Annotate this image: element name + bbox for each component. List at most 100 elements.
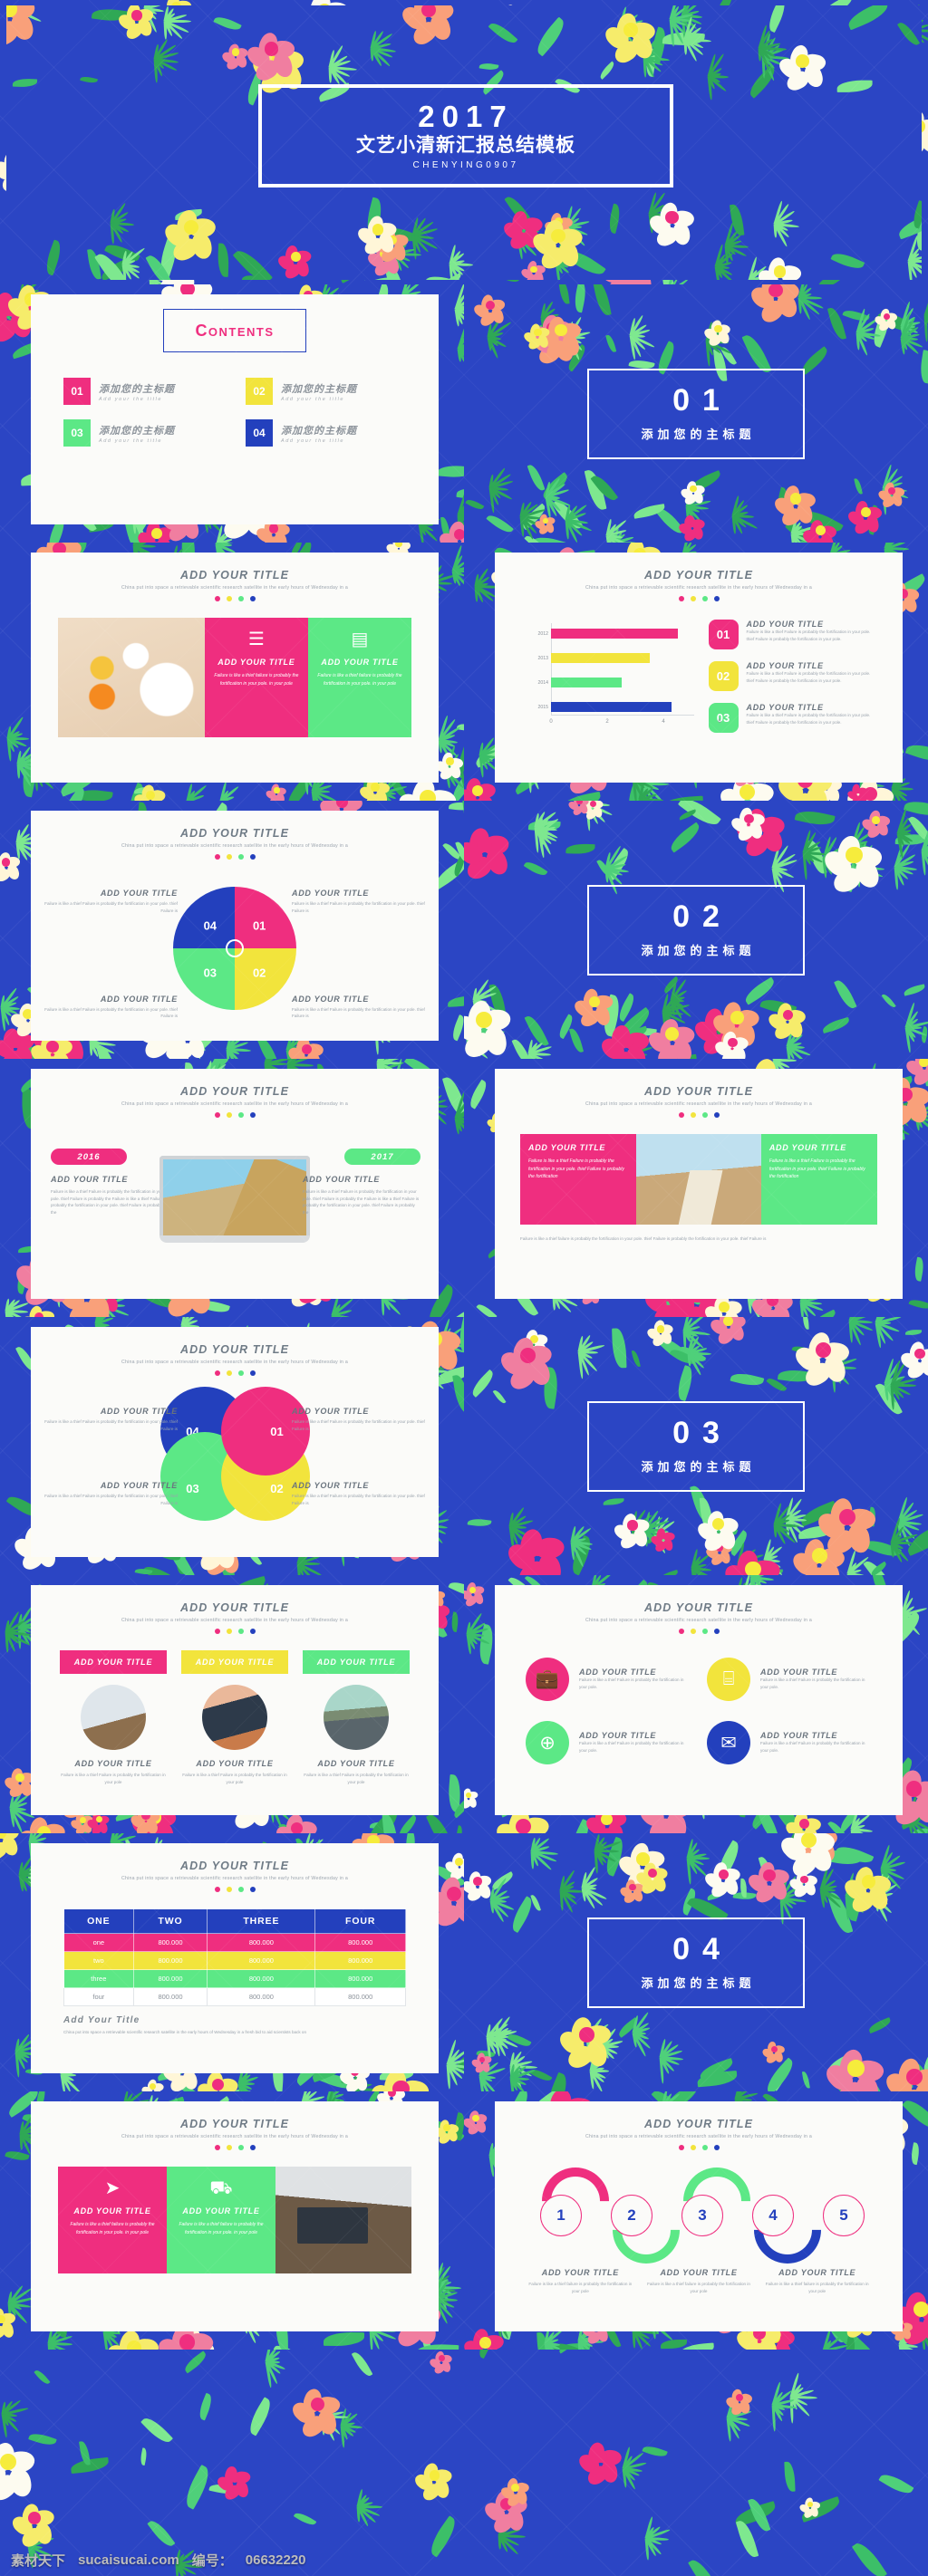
list-item[interactable]: ⌸ ADD YOUR TITLE Failure is like a thief… — [707, 1658, 872, 1701]
slide-title: ADD YOUR TITLE — [643, 2118, 754, 2130]
palm-leaf — [12, 78, 37, 87]
hibiscus-flower — [745, 1857, 790, 1906]
list-item[interactable]: 04 添加您的主标题 Add your the title — [246, 419, 406, 447]
dot-indicators — [31, 1887, 439, 1892]
slide-card: ADD YOUR TITLE China put into space a re… — [31, 1069, 439, 1299]
list-item[interactable]: ✉ ADD YOUR TITLE Failure is like a thief… — [707, 1721, 872, 1764]
slide-table[interactable]: ADD YOUR TITLE China put into space a re… — [0, 1833, 464, 2091]
dot-green — [237, 1887, 244, 1892]
slide-divider-04[interactable]: 04 添加您的主标题 — [464, 1833, 928, 2091]
hibiscus-flower — [412, 2458, 453, 2504]
slide-bar-chart[interactable]: ADD YOUR TITLE China put into space a re… — [464, 543, 928, 801]
dot-pink — [214, 854, 220, 860]
column-3[interactable]: ADD YOUR TITLE ADD YOUR TITLE Failure is… — [303, 1650, 410, 1785]
panel-pink[interactable]: ➤ ADD YOUR TITLE Failure is like a thief… — [58, 2167, 167, 2273]
hibiscus-flower — [432, 2116, 460, 2146]
road-photo — [636, 1134, 761, 1225]
slide-final-panels[interactable]: ADD YOUR TITLE China put into space a re… — [0, 2091, 464, 2350]
slide-subtitle: China put into space a retrievable scien… — [121, 1101, 349, 1107]
hibiscus-flower — [131, 781, 166, 801]
dot-blue — [249, 1112, 256, 1118]
wave-step-2[interactable]: 2 — [611, 2195, 652, 2236]
palm-leaf — [764, 5, 789, 34]
slide-divider-02[interactable]: 02 添加您的主标题 — [464, 801, 928, 1059]
list-item[interactable]: 03 添加您的主标题 Add your the title — [63, 419, 224, 447]
divider-frame: 03 添加您的主标题 — [587, 1400, 805, 1492]
column-body: Failure is like a thief Failure is proba… — [61, 1773, 166, 1784]
hibiscus-flower — [161, 203, 217, 264]
dot-yellow — [690, 596, 696, 601]
annotation-bottom-left: ADD YOUR TITLE Failure is like a thief F… — [42, 1481, 178, 1506]
slide-contents[interactable]: Contents 01 添加您的主标题 Add your the title 0… — [0, 284, 464, 543]
hibiscus-flower — [464, 1580, 484, 1608]
column-2[interactable]: ADD YOUR TITLE ADD YOUR TITLE Failure is… — [181, 1650, 288, 1785]
palm-leaf — [903, 801, 928, 820]
list-item[interactable]: 02 添加您的主标题 Add your the title — [246, 378, 406, 405]
slide-image-panels[interactable]: ADD YOUR TITLE China put into space a re… — [0, 543, 464, 801]
list-item[interactable]: ⊕ ADD YOUR TITLE Failure is like a thief… — [526, 1721, 691, 1764]
panel-green[interactable]: ⛟ ADD YOUR TITLE Failure is like a thief… — [167, 2167, 276, 2273]
annotation-title: ADD YOUR TITLE — [100, 994, 178, 1004]
cell: four — [63, 1987, 134, 2006]
hibiscus-flower — [712, 1027, 749, 1059]
slide-pie-chart[interactable]: ADD YOUR TITLE China put into space a re… — [0, 801, 464, 1059]
palm-leaf — [903, 984, 926, 996]
slide-card: ADD YOUR TITLE China put into space a re… — [31, 1843, 439, 2073]
slide-card: ADD YOUR TITLE China put into space a re… — [31, 811, 439, 1041]
palm-leaf — [437, 464, 464, 479]
palm-leaf — [448, 801, 464, 812]
hibiscus-flower — [276, 241, 313, 280]
bar-chart: 2012 2013 2014 2015 0 2 4 6 — [518, 620, 721, 735]
palm-leaf — [604, 1497, 624, 1505]
palm-leaf — [448, 1578, 464, 1601]
palm-leaf — [565, 843, 595, 855]
wave-step-5[interactable]: 5 — [823, 2195, 865, 2236]
slide-three-circles[interactable]: ADD YOUR TITLE China put into space a re… — [0, 1575, 464, 1833]
column-header: ADD YOUR TITLE — [60, 1650, 167, 1674]
contents-title-cn: 添加您的主标题 — [281, 425, 357, 437]
wave-step-3[interactable]: 3 — [682, 2195, 723, 2236]
list-item[interactable]: 02 ADD YOUR TITLE Failure is like a thie… — [708, 661, 879, 691]
hibiscus-flower — [140, 2077, 164, 2091]
palm-leaf — [5, 2148, 30, 2163]
slide-compare-years[interactable]: ADD YOUR TITLE China put into space a re… — [0, 1059, 464, 1317]
dot-pink — [214, 1370, 220, 1376]
slide-wave-timeline[interactable]: ADD YOUR TITLE China put into space a re… — [464, 2091, 928, 2350]
hibiscus-flower — [470, 2051, 491, 2074]
bar-category-label: 2014 — [537, 679, 548, 686]
slide-four-icons[interactable]: ADD YOUR TITLE China put into space a re… — [464, 1575, 928, 1833]
slide-venn[interactable]: ADD YOUR TITLE China put into space a re… — [0, 1317, 464, 1575]
info-panel-pink[interactable]: ☰ ADD YOUR TITLE Failure is like a thief… — [204, 618, 308, 737]
info-panel-green[interactable]: ▤ ADD YOUR TITLE Failure is like a thief… — [307, 618, 412, 737]
wave-step-4[interactable]: 4 — [752, 2195, 794, 2236]
list-item[interactable]: 03 ADD YOUR TITLE Failure is like a thie… — [708, 703, 879, 733]
palm-leaf — [450, 1610, 460, 1632]
panel-pink[interactable]: ADD YOUR TITLE Failure is like a thief F… — [520, 1134, 637, 1225]
bar — [551, 678, 622, 687]
caption-1: ADD YOUR TITLE Failure is like a thief f… — [527, 2268, 633, 2294]
hibiscus-flower — [822, 2042, 886, 2091]
footer-body: Failure is like a thief failure is proba… — [520, 1236, 767, 1241]
palm-leaf — [80, 75, 98, 85]
slide-divider-03[interactable]: 03 添加您的主标题 — [464, 1317, 928, 1575]
palm-leaf — [485, 511, 514, 536]
palm-leaf — [467, 1079, 491, 1110]
list-item[interactable]: 💼 ADD YOUR TITLE Failure is like a thief… — [526, 1658, 691, 1701]
dot-pink — [214, 596, 220, 601]
palm-leaf — [896, 19, 920, 49]
slide-photo-panels[interactable]: ADD YOUR TITLE China put into space a re… — [464, 1059, 928, 1317]
list-item[interactable]: 01 添加您的主标题 Add your the title — [63, 378, 224, 405]
wave-step-1[interactable]: 1 — [540, 2195, 582, 2236]
column-1[interactable]: ADD YOUR TITLE ADD YOUR TITLE Failure is… — [60, 1650, 167, 1785]
palm-leaf — [447, 995, 464, 1008]
panel-green[interactable]: ADD YOUR TITLE Failure is like a thief F… — [760, 1134, 877, 1225]
hero-year: 2017 — [418, 100, 514, 134]
slide-card: ADD YOUR TITLE China put into space a re… — [31, 1585, 439, 1815]
palm-leaf — [293, 2509, 316, 2528]
list-item[interactable]: 01 ADD YOUR TITLE Failure is like a thie… — [708, 620, 879, 649]
hibiscus-flower — [814, 1490, 878, 1558]
dot-pink — [214, 1112, 220, 1118]
palm-leaf — [854, 477, 864, 495]
hibiscus-flower — [755, 252, 803, 280]
slide-divider-01[interactable]: 01 添加您的主标题 — [464, 284, 928, 543]
